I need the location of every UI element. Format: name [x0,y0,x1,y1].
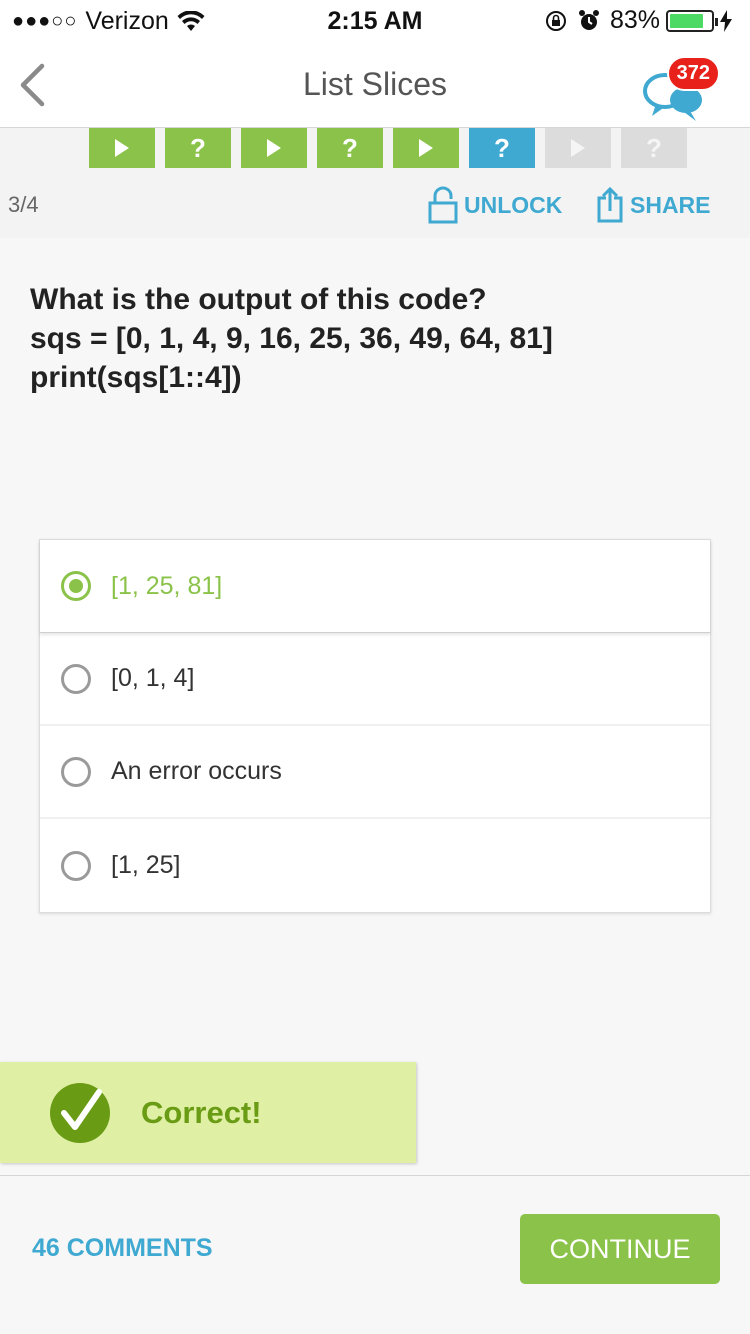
result-banner: Correct! [0,1062,416,1163]
answer-option-label: [1, 25, 81] [111,571,223,600]
unlock-label: UNLOCK [464,191,563,218]
result-label: Correct! [141,1094,262,1130]
page-title: List Slices [302,66,448,102]
comments-link[interactable]: 46 COMMENTS [32,1234,213,1263]
question-line: sqs = [0, 1, 4, 9, 16, 25, 36, 49, 64, 8… [30,322,553,355]
progress-area: ???? 3/4 UNLOCK SHARE [0,128,750,238]
question-line: print(sqs[1::4]) [30,361,242,394]
progress-step-lesson-done[interactable] [241,128,307,168]
share-icon [597,186,623,223]
progress-count: 3/4 [8,192,39,217]
question-line: What is the output of this code? [30,283,487,316]
answer-option[interactable]: [1, 25] [40,819,710,912]
footer: 46 COMMENTS CONTINUE [0,1175,750,1334]
progress-step-lesson-done[interactable] [89,128,155,168]
answer-option[interactable]: [1, 25, 81] [40,540,710,633]
answer-option[interactable]: [0, 1, 4] [40,633,710,726]
progress-step-quiz-done[interactable]: ? [165,128,231,168]
notification-badge: 372 [666,56,720,91]
nav-bar: List Slices 372 [0,42,750,128]
radio-icon [61,571,91,601]
progress-step-quiz-current[interactable]: ? [469,128,535,168]
question-mark-icon: ? [494,132,510,163]
status-right: 83% [544,6,742,35]
battery-fill [670,13,704,28]
answer-option-label: [0, 1, 4] [111,664,195,692]
battery-cap [715,17,718,26]
status-bar: ●●●○○ Verizon 2:15 AM 83% [0,0,750,42]
progress-step-lesson-locked[interactable] [545,128,611,168]
play-icon [267,139,281,157]
charging-icon [720,9,732,32]
battery-icon [666,9,718,32]
progress-step-quiz-locked[interactable]: ? [621,128,687,168]
continue-button[interactable]: CONTINUE [520,1214,720,1284]
alarm-icon [578,9,599,30]
question-text: What is the output of this code? sqs = [… [30,280,720,397]
check-circle-icon [50,1082,110,1143]
answer-options: [1, 25, 81] [0, 1, 4] An error occurs [1… [39,539,711,913]
radio-icon [61,663,91,694]
play-icon [419,139,433,157]
play-icon [115,139,129,157]
question-mark-icon: ? [190,132,206,163]
radio-icon [61,756,91,787]
question-mark-icon: ? [646,132,662,163]
question-mark-icon: ? [342,132,358,163]
padlock-icon [428,186,458,224]
share-label: SHARE [630,191,711,218]
play-icon [571,139,585,157]
answer-option-label: An error occurs [111,757,282,785]
progress-step-quiz-done[interactable]: ? [317,128,383,168]
lesson-steps: ???? [89,128,697,168]
progress-step-lesson-done[interactable] [393,128,459,168]
radio-icon [61,850,91,881]
answer-option-label: [1, 25] [111,851,181,879]
rotation-lock-icon [545,10,566,31]
share-button[interactable]: SHARE [596,186,711,224]
unlock-button[interactable]: UNLOCK [428,186,562,224]
discussion-button[interactable]: 372 [640,56,720,121]
answer-option[interactable]: An error occurs [40,726,710,819]
battery-percent: 83% [609,6,660,34]
